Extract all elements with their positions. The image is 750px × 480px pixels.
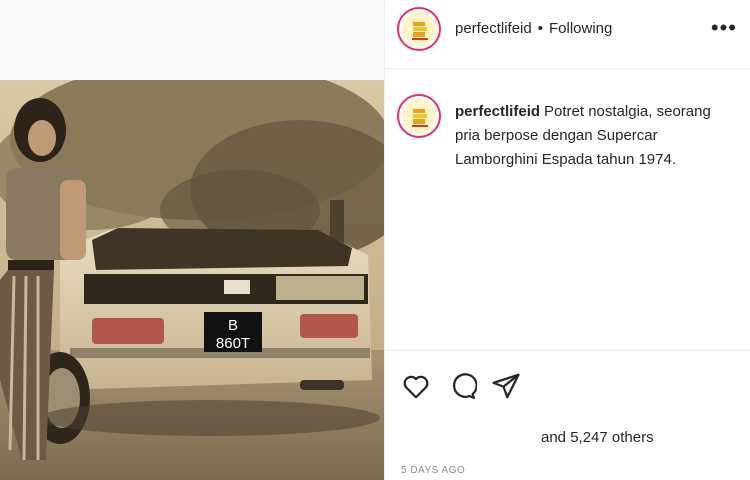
paper-plane-icon[interactable] bbox=[491, 371, 521, 401]
more-options-icon[interactable]: ••• bbox=[711, 17, 737, 39]
post-panel: perfectlifeid • Following ••• perfectlifei… bbox=[384, 0, 750, 480]
action-bar: and 5,247 others 5 DAYS AGO bbox=[385, 350, 750, 480]
post-header: perfectlifeid • Following ••• bbox=[385, 0, 750, 69]
likes-count[interactable]: and 5,247 others bbox=[541, 429, 654, 446]
separator-dot: • bbox=[537, 20, 543, 37]
post-timestamp[interactable]: 5 DAYS AGO bbox=[401, 465, 465, 476]
following-button[interactable]: Following bbox=[549, 20, 612, 37]
perfectlife-logo-icon bbox=[402, 99, 436, 133]
media-column: B 860T bbox=[0, 0, 384, 480]
perfectlife-logo-icon bbox=[402, 12, 436, 46]
plate-line-2: 860T bbox=[216, 335, 250, 352]
vintage-car-photo: B 860T bbox=[0, 80, 384, 480]
post-photo[interactable]: B 860T bbox=[0, 80, 384, 480]
caption-avatar[interactable] bbox=[397, 94, 441, 138]
avatar[interactable] bbox=[397, 7, 441, 51]
caption-row: perfectlifeid Potret nostalgia, seorang p… bbox=[385, 68, 750, 348]
comment-icon[interactable] bbox=[447, 371, 477, 401]
caption: perfectlifeid Potret nostalgia, seorang p… bbox=[455, 100, 737, 172]
heart-icon[interactable] bbox=[401, 371, 431, 401]
plate-line-1: B bbox=[228, 317, 238, 334]
caption-username[interactable]: perfectlifeid bbox=[455, 103, 540, 120]
header-username[interactable]: perfectlifeid bbox=[455, 20, 532, 37]
instagram-post: B 860T perfectlifeid • Following ••• per… bbox=[0, 0, 750, 480]
header-user-line: perfectlifeid • Following bbox=[455, 20, 612, 37]
